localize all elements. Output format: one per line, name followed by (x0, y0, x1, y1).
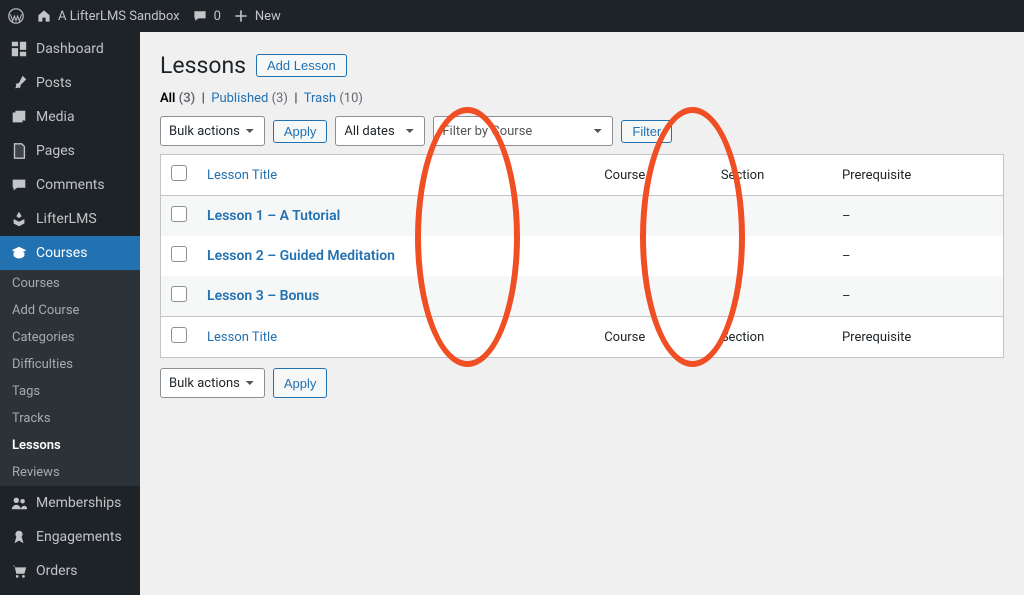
row-prereq: – (832, 236, 1004, 276)
sidebar-item-memberships[interactable]: Memberships (0, 486, 140, 520)
row-section (711, 276, 832, 317)
sidebar-item-label: Courses (36, 245, 87, 261)
sidebar-item-orders[interactable]: Orders (0, 554, 140, 588)
col-title[interactable]: Lesson Title (207, 168, 277, 183)
course-filter-select[interactable]: Filter by Course (433, 116, 613, 146)
sidebar-item-posts[interactable]: Posts (0, 66, 140, 100)
comment-icon (192, 8, 208, 24)
lessons-table: Lesson Title Course Section Prerequisite… (160, 154, 1004, 358)
row-prereq: – (832, 276, 1004, 317)
sidebar-item-lifterlms[interactable]: LifterLMS (0, 202, 140, 236)
sidebar-item-label: Media (36, 109, 75, 125)
row-course (594, 276, 711, 317)
sidebar-item-label: Engagements (36, 529, 122, 545)
col-prereq[interactable]: Prerequisite (832, 155, 1004, 196)
table-row: Lesson 1 – A Tutorial – (161, 196, 1004, 237)
submenu-item-categories[interactable]: Categories (0, 324, 140, 351)
submenu-item-tags[interactable]: Tags (0, 378, 140, 405)
table-row: Lesson 3 – Bonus – (161, 276, 1004, 317)
row-course (594, 196, 711, 237)
status-filters: All (3) | Published (3) | Trash (10) (160, 91, 1004, 106)
submenu-item-difficulties[interactable]: Difficulties (0, 351, 140, 378)
bulk-actions-select-top[interactable]: Bulk actions (160, 116, 265, 146)
apply-button-bottom[interactable]: Apply (273, 368, 328, 398)
lesson-title-link[interactable]: Lesson 1 – A Tutorial (207, 208, 340, 224)
col-course-foot[interactable]: Course (594, 317, 711, 358)
date-filter-select[interactable]: All dates (335, 116, 425, 146)
sidebar-item-media[interactable]: Media (0, 100, 140, 134)
row-section (711, 236, 832, 276)
sidebar-item-pages[interactable]: Pages (0, 134, 140, 168)
new-label: New (255, 9, 281, 24)
comment-count: 0 (214, 9, 221, 24)
site-link[interactable]: A LifterLMS Sandbox (36, 8, 180, 24)
submenu-item-lessons[interactable]: Lessons (0, 432, 140, 459)
sidebar-submenu: CoursesAdd CourseCategoriesDifficultiesT… (0, 270, 140, 486)
plus-icon (233, 8, 249, 24)
select-all-bottom[interactable] (171, 327, 187, 343)
comment-icon (10, 176, 28, 194)
submenu-item-courses[interactable]: Courses (0, 270, 140, 297)
sidebar-item-courses[interactable]: Courses (0, 236, 140, 270)
apply-button-top[interactable]: Apply (273, 120, 328, 143)
select-all-top[interactable] (171, 165, 187, 181)
new-link[interactable]: New (233, 8, 281, 24)
lesson-title-link[interactable]: Lesson 3 – Bonus (207, 288, 319, 304)
lifter-icon (10, 210, 28, 228)
bulk-actions-select-bottom[interactable]: Bulk actions (160, 368, 265, 398)
cart-icon (10, 562, 28, 580)
media-icon (10, 108, 28, 126)
row-checkbox[interactable] (171, 286, 187, 302)
sidebar-item-comments[interactable]: Comments (0, 168, 140, 202)
page-icon (10, 142, 28, 160)
filter-published[interactable]: Published (211, 91, 268, 106)
submenu-item-add-course[interactable]: Add Course (0, 297, 140, 324)
sidebar-item-label: LifterLMS (36, 211, 97, 227)
sidebar-item-label: Orders (36, 563, 78, 579)
cap-icon (10, 244, 28, 262)
admin-bar: A LifterLMS Sandbox 0 New (0, 0, 1024, 32)
lesson-title-link[interactable]: Lesson 2 – Guided Meditation (207, 248, 395, 264)
page-title: Lessons (160, 52, 246, 79)
row-prereq: – (832, 196, 1004, 237)
filter-button[interactable]: Filter (621, 120, 672, 143)
row-section (711, 196, 832, 237)
submenu-item-tracks[interactable]: Tracks (0, 405, 140, 432)
filter-trash[interactable]: Trash (304, 91, 336, 106)
sidebar-item-engagements[interactable]: Engagements (0, 520, 140, 554)
col-title-foot[interactable]: Lesson Title (207, 330, 277, 345)
sidebar-item-dashboard[interactable]: Dashboard (0, 32, 140, 66)
sidebar-item-appearance[interactable]: Appearance (0, 588, 140, 595)
table-row: Lesson 2 – Guided Meditation – (161, 236, 1004, 276)
wp-logo[interactable] (8, 8, 24, 24)
col-prereq-foot[interactable]: Prerequisite (832, 317, 1004, 358)
site-name: A LifterLMS Sandbox (58, 9, 180, 24)
sidebar-item-label: Posts (36, 75, 72, 91)
sidebar-item-label: Pages (36, 143, 75, 159)
filter-all[interactable]: All (3) (160, 91, 195, 106)
pin-icon (10, 74, 28, 92)
users-icon (10, 494, 28, 512)
col-course[interactable]: Course (594, 155, 711, 196)
col-section-foot[interactable]: Section (711, 317, 832, 358)
add-lesson-button[interactable]: Add Lesson (256, 54, 347, 77)
row-checkbox[interactable] (171, 206, 187, 222)
col-section[interactable]: Section (711, 155, 832, 196)
sidebar-item-label: Dashboard (36, 41, 104, 57)
home-icon (36, 8, 52, 24)
admin-sidebar: Dashboard Posts Media Pages Comments LifterLM… (0, 32, 140, 595)
row-course (594, 236, 711, 276)
main-content: Lessons Add Lesson All (3) | Published (… (140, 32, 1024, 595)
comments-link[interactable]: 0 (192, 8, 221, 24)
row-checkbox[interactable] (171, 246, 187, 262)
dash-icon (10, 40, 28, 58)
award-icon (10, 528, 28, 546)
submenu-item-reviews[interactable]: Reviews (0, 459, 140, 486)
sidebar-item-label: Comments (36, 177, 105, 193)
sidebar-item-label: Memberships (36, 495, 121, 511)
